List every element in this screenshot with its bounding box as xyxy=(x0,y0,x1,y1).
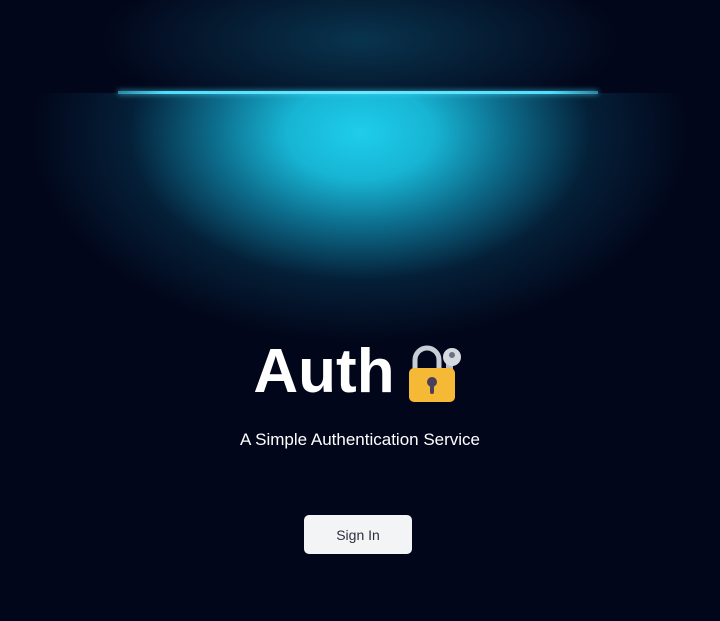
page-title: Auth xyxy=(253,337,395,406)
landing-page: Auth A Simple Authentication Service Sig… xyxy=(0,0,720,621)
sign-in-button[interactable]: Sign In xyxy=(304,515,412,554)
locked-with-key-icon xyxy=(407,340,467,404)
spotlight-light-bar xyxy=(118,91,598,94)
spotlight-glow xyxy=(0,93,720,353)
page-subtitle: A Simple Authentication Service xyxy=(239,430,481,449)
hero-heading: Auth xyxy=(0,336,720,408)
